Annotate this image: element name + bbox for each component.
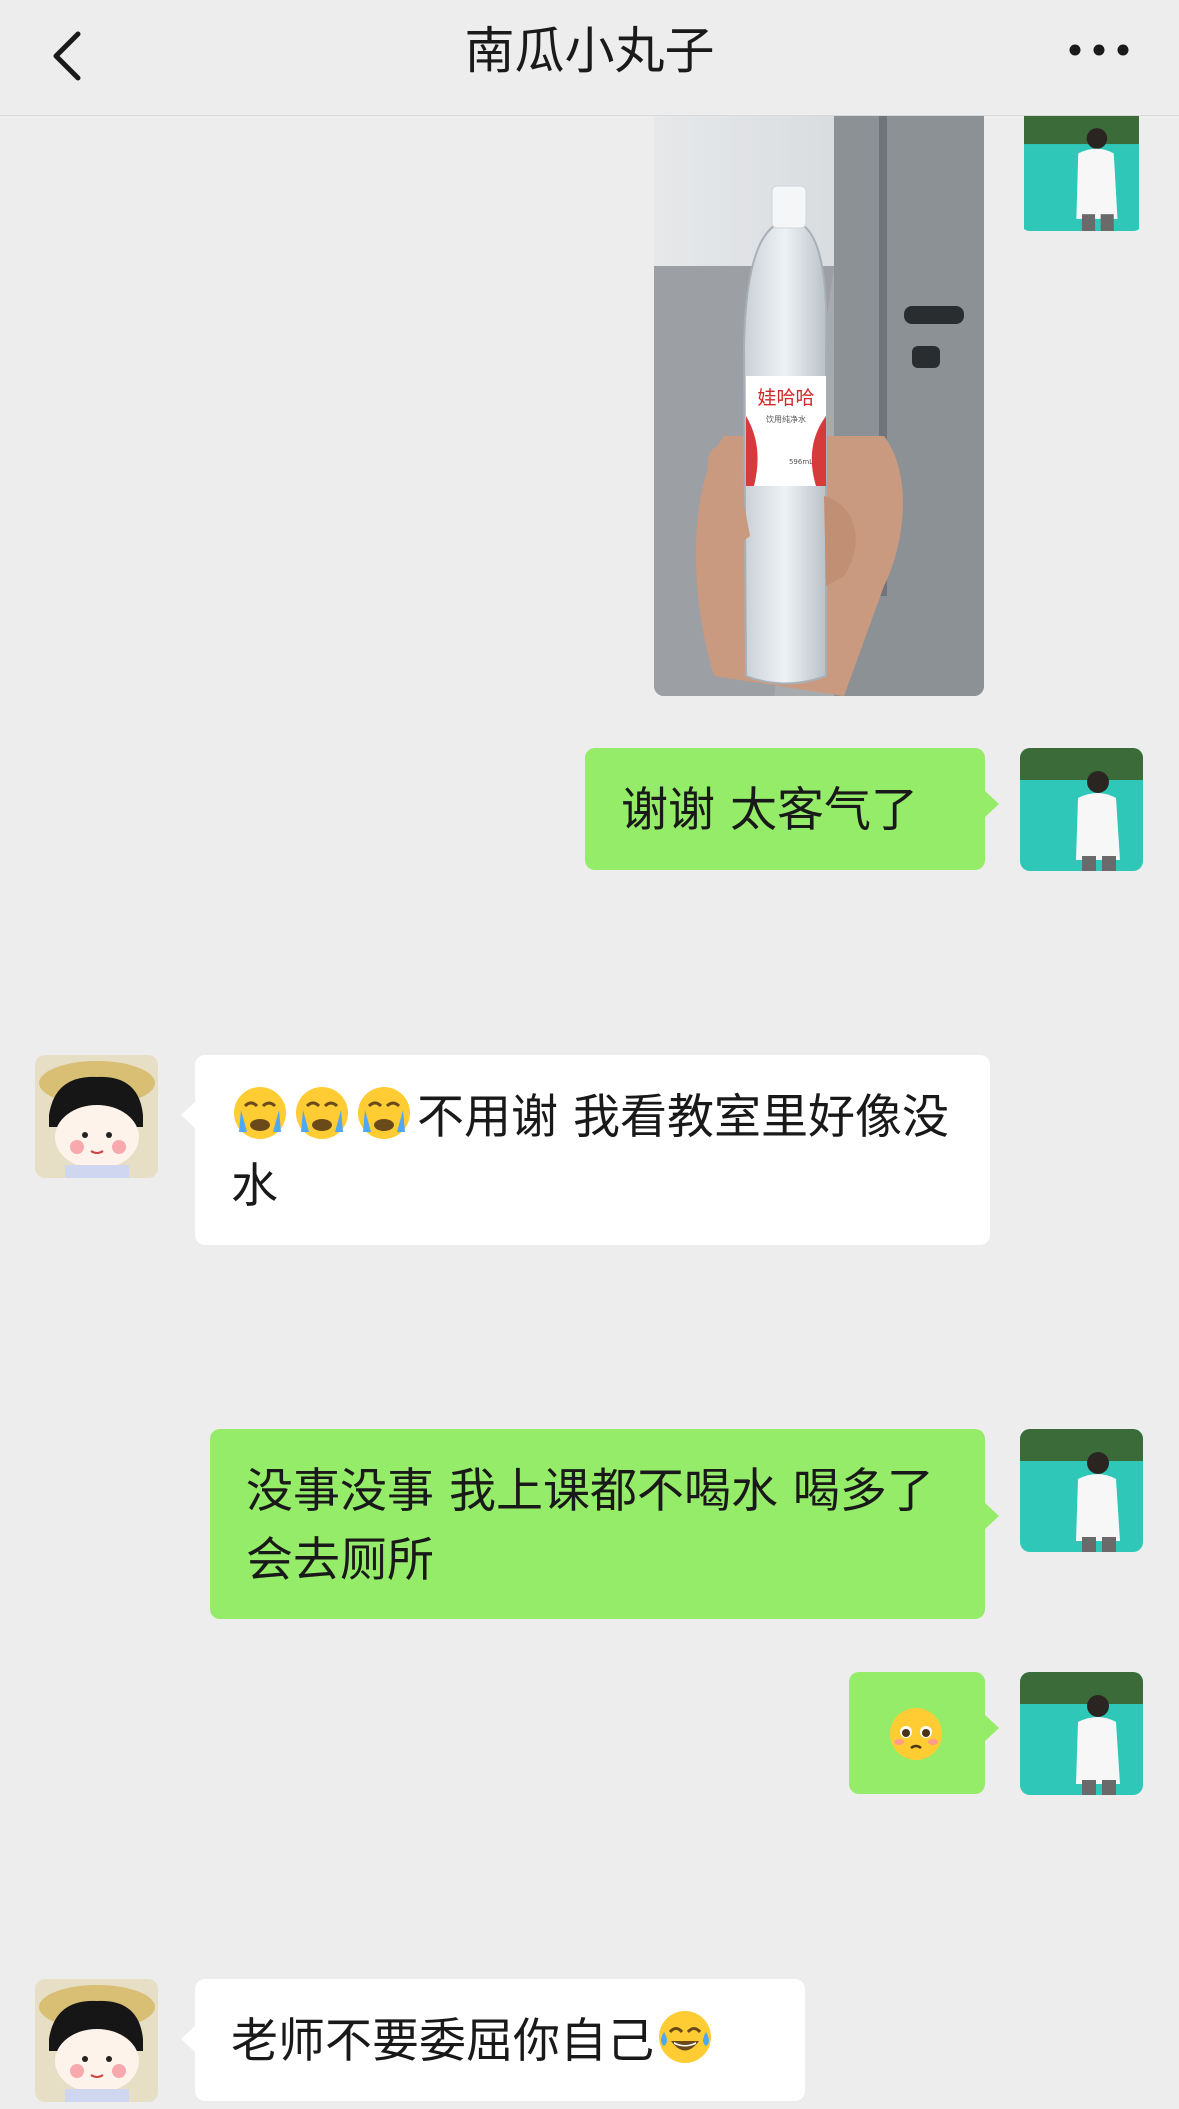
person-avatar-icon — [1020, 1672, 1143, 1795]
message-text: 没事没事 我上课都不喝水 喝多了会去厕所 — [246, 1464, 934, 1588]
contact-message-bubble[interactable]: 老师不要委屈你自己 — [195, 1979, 805, 2101]
cartoon-girl-avatar-icon — [35, 1979, 158, 2102]
contact-avatar[interactable] — [35, 1055, 158, 1178]
message-text: 老师不要委屈你自己 — [231, 2014, 654, 2069]
my-avatar[interactable] — [1020, 116, 1143, 231]
my-avatar[interactable] — [1020, 748, 1143, 871]
cartoon-girl-avatar-icon — [35, 1055, 158, 1178]
image-message[interactable]: 娃哈哈 饮用纯净水 596mL — [654, 116, 984, 696]
bottle-brand-label: 娃哈哈 — [757, 387, 814, 409]
crying-emoji-icon — [355, 1084, 413, 1142]
person-avatar-icon — [1020, 748, 1143, 871]
crying-emoji-icon — [293, 1084, 351, 1142]
tears-of-joy-emoji-icon — [656, 2008, 714, 2066]
person-avatar-icon — [1020, 1429, 1143, 1552]
water-bottle-photo: 娃哈哈 饮用纯净水 596mL — [654, 116, 984, 696]
message-text: 谢谢 太客气了 — [621, 783, 918, 838]
person-avatar-icon — [1024, 116, 1139, 231]
my-message-bubble[interactable]: 谢谢 太客气了 — [585, 748, 985, 870]
crying-emoji-icon — [231, 1084, 289, 1142]
contact-avatar[interactable] — [35, 1979, 158, 2102]
my-avatar[interactable] — [1020, 1429, 1143, 1552]
chat-title: 南瓜小丸子 — [464, 22, 715, 80]
my-message-bubble[interactable] — [849, 1672, 985, 1794]
pleading-emoji-icon — [887, 1705, 945, 1763]
bottle-volume-label: 596mL — [789, 458, 813, 466]
bottle-sub-label: 饮用纯净水 — [766, 414, 806, 424]
more-button[interactable] — [1059, 24, 1139, 74]
my-avatar[interactable] — [1020, 1672, 1143, 1795]
more-dots-icon — [1069, 44, 1129, 56]
my-message-bubble[interactable]: 没事没事 我上课都不喝水 喝多了会去厕所 — [210, 1429, 985, 1619]
chat-header: 南瓜小丸子 — [0, 0, 1179, 116]
contact-message-bubble[interactable]: 不用谢 我看教室里好像没水 — [195, 1055, 990, 1245]
